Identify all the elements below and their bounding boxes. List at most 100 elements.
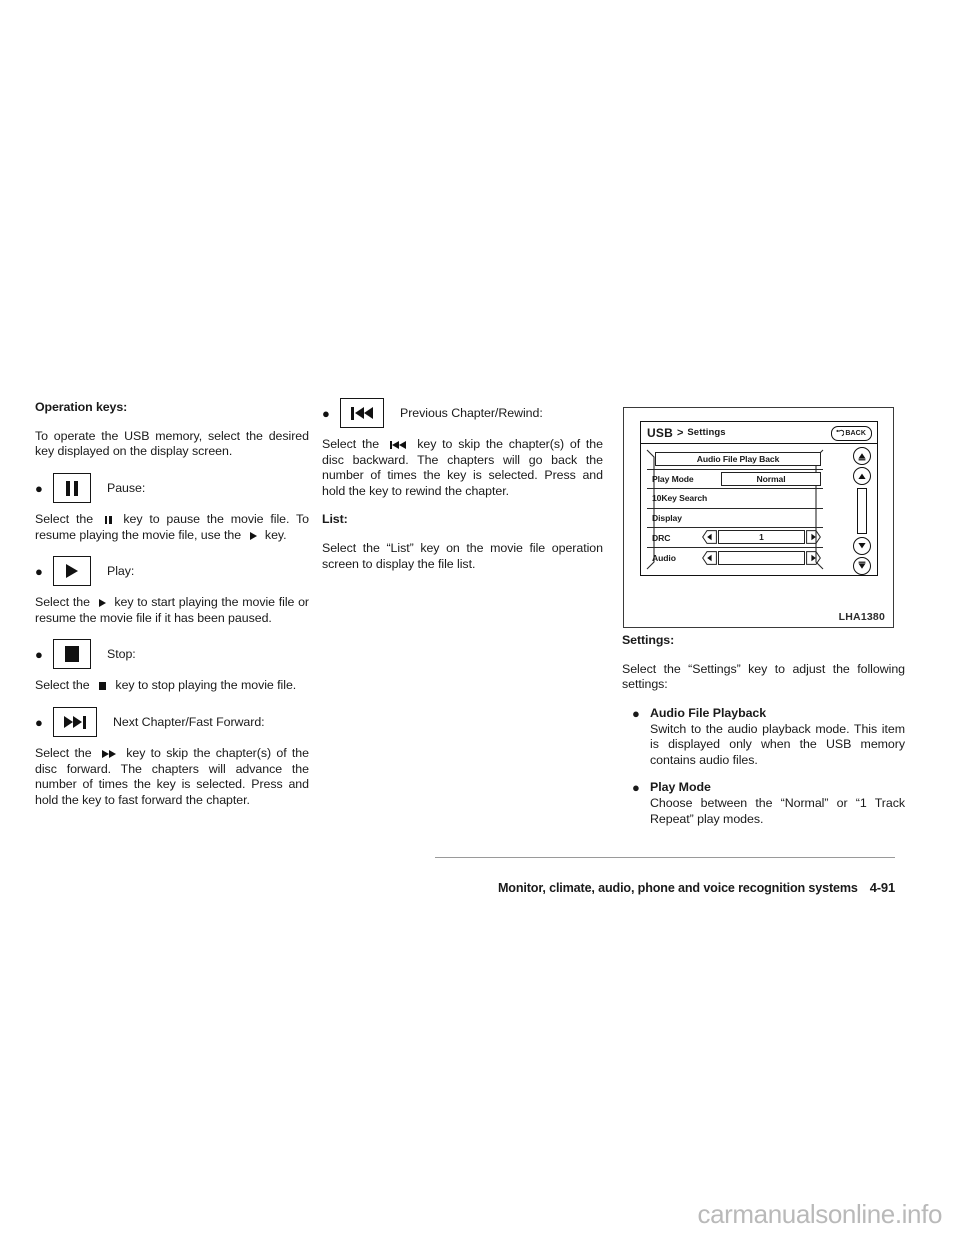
previous-chapter-icon — [340, 398, 384, 428]
key-label-pause: Pause: — [107, 481, 146, 496]
play-icon — [53, 556, 91, 587]
stop-icon-inline — [99, 681, 107, 691]
next-chapter-icon — [53, 707, 97, 738]
settings-bullet-play-mode: ● Play Mode Choose between the “Normal” … — [622, 780, 905, 827]
settings-bullet-title: Play Mode — [650, 780, 711, 795]
settings-bullet-title: Audio File Playback — [650, 706, 767, 721]
stop-text-before: Select the — [35, 678, 90, 693]
previous-chapter-text-before: Select the — [322, 437, 380, 451]
screen-body: Audio File Play Back Play Mode Normal 10… — [641, 444, 877, 576]
operation-keys-intro: To operate the USB memory, select the de… — [35, 428, 309, 459]
watermark: carmanualsonline.info — [697, 1199, 942, 1229]
footer-section-title: Monitor, climate, audio, phone and voice… — [497, 881, 858, 895]
key-item-next-chapter: ● Next Chapter/Fast Forward: — [35, 707, 309, 738]
breadcrumb-separator-icon: > — [676, 426, 684, 439]
back-button-label: BACK — [845, 430, 866, 437]
scroll-down-icon[interactable] — [853, 537, 871, 555]
breadcrumb-root: USB — [647, 425, 673, 440]
list-item[interactable]: DRC 1 — [647, 528, 823, 548]
bullet-dot-icon: ● — [35, 564, 43, 580]
left-column: Operation keys: To operate the USB memor… — [35, 400, 309, 808]
right-column: Settings: Select the “Settings” key to a… — [622, 633, 905, 827]
bullet-dot-icon: ● — [35, 647, 43, 663]
key-label-stop: Stop: — [107, 647, 136, 662]
nav-screen: USB > Settings BACK Audio File Play Back… — [640, 421, 878, 576]
operation-keys-heading: Operation keys: — [35, 400, 128, 414]
list-item[interactable]: 10Key Search — [647, 489, 823, 509]
key-item-previous-chapter: ● Previous Chapter/Rewind: — [322, 398, 603, 428]
play-icon-inline — [98, 599, 106, 608]
key-item-pause: ● Pause: — [35, 473, 309, 504]
play-description: Select the key to start playing the movi… — [35, 595, 309, 626]
drc-stepper[interactable]: 1 — [702, 530, 821, 545]
list-item[interactable]: Audio File Play Back — [647, 450, 823, 470]
scroll-controls — [851, 447, 873, 575]
back-arrow-icon — [836, 429, 845, 437]
settings-bullet-text: Choose between the “Normal” or “1 Track … — [650, 796, 905, 826]
stop-icon — [53, 639, 91, 670]
previous-chapter-description: Select the key to skip the chapter(s) of… — [322, 437, 603, 499]
audio-label: Audio — [652, 552, 676, 563]
play-icon-inline — [249, 531, 257, 540]
scroll-top-icon[interactable] — [853, 447, 871, 465]
bullet-dot-icon: ● — [632, 706, 640, 722]
decrement-left-arrow-icon[interactable] — [702, 530, 717, 545]
audio-file-play-back-button[interactable]: Audio File Play Back — [655, 452, 821, 467]
settings-intro: Select the “Settings” key to adjust the … — [622, 661, 905, 692]
bullet-dot-icon: ● — [322, 406, 330, 421]
stop-description: Select the key to stop playing the movie… — [35, 678, 309, 694]
footer-divider — [435, 857, 895, 858]
key-label-previous-chapter: Previous Chapter/Rewind: — [400, 406, 543, 420]
fast-forward-icon-inline — [101, 750, 116, 759]
audio-stepper[interactable] — [702, 549, 821, 565]
rewind-icon-inline — [389, 440, 407, 449]
tenkey-search-label: 10Key Search — [652, 493, 708, 504]
pause-text-after: key. — [264, 527, 287, 542]
decrement-left-arrow-icon[interactable] — [702, 550, 717, 565]
drc-value: 1 — [718, 530, 805, 545]
next-chapter-text-before: Select the — [35, 746, 92, 761]
next-chapter-description: Select the key to skip the chapter(s) of… — [35, 746, 309, 808]
scroll-up-icon[interactable] — [853, 467, 871, 485]
settings-bullet-list: ● Audio File Playback Switch to the audi… — [622, 706, 905, 827]
list-item[interactable]: Display — [647, 509, 823, 529]
screen-header: USB > Settings BACK — [641, 422, 877, 444]
stop-text-after: key to stop playing the movie file. — [115, 678, 297, 693]
footer-page-number: 4-91 — [869, 880, 895, 895]
list-description: Select the “List” key on the movie file … — [322, 541, 603, 571]
scroll-track[interactable] — [857, 488, 867, 534]
increment-right-arrow-icon[interactable] — [806, 550, 821, 565]
audio-value — [718, 550, 805, 565]
pause-icon — [53, 473, 91, 504]
bullet-dot-icon: ● — [632, 780, 640, 796]
increment-right-arrow-icon[interactable] — [806, 530, 821, 545]
back-button[interactable]: BACK — [831, 426, 872, 441]
bullet-dot-icon: ● — [35, 481, 43, 497]
manual-page: Operation keys: To operate the USB memor… — [0, 0, 960, 1242]
pause-icon-inline — [104, 515, 112, 525]
middle-column: ● Previous Chapter/Rewind: Select the ke… — [322, 398, 603, 572]
settings-bullet-text: Switch to the audio playback mode. This … — [650, 721, 905, 767]
key-label-next-chapter: Next Chapter/Fast Forward: — [113, 715, 265, 730]
display-label: Display — [652, 513, 682, 524]
key-label-play: Play: — [107, 564, 135, 579]
bullet-dot-icon: ● — [35, 715, 43, 731]
play-text-before: Select the — [35, 595, 90, 610]
play-mode-label: Play Mode — [652, 473, 694, 484]
display-screen-figure: USB > Settings BACK Audio File Play Back… — [623, 407, 894, 628]
key-item-stop: ● Stop: — [35, 639, 309, 670]
key-item-play: ● Play: — [35, 556, 309, 587]
pause-description: Select the key to pause the movie file. … — [35, 512, 309, 543]
drc-label: DRC — [652, 532, 671, 543]
page-footer: Monitor, climate, audio, phone and voice… — [435, 880, 895, 895]
scroll-bottom-icon[interactable] — [853, 557, 871, 575]
figure-code: LHA1380 — [838, 611, 885, 623]
breadcrumb-current: Settings — [687, 427, 726, 438]
settings-heading: Settings: — [622, 633, 675, 647]
settings-list: Audio File Play Back Play Mode Normal 10… — [647, 450, 823, 568]
list-item[interactable]: Audio — [647, 548, 823, 568]
settings-bullet-audio-file-playback: ● Audio File Playback Switch to the audi… — [622, 706, 905, 768]
pause-text-before: Select the — [35, 512, 94, 527]
list-item[interactable]: Play Mode Normal — [647, 470, 823, 490]
play-mode-value[interactable]: Normal — [721, 471, 821, 486]
